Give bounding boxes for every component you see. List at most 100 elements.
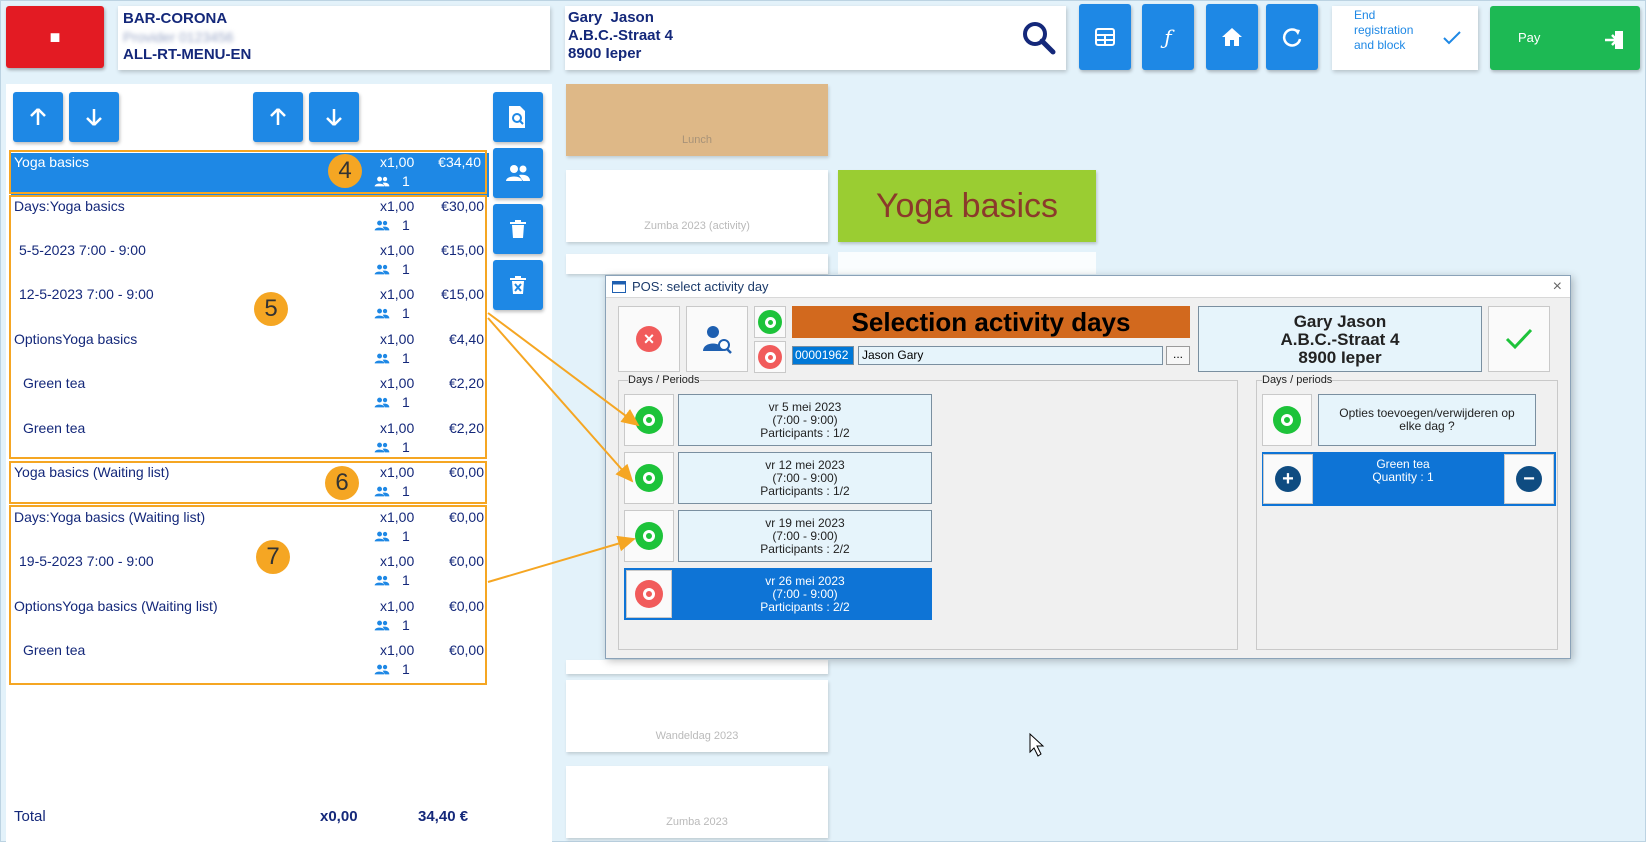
document-search-icon [509,106,525,128]
deselect-all-button[interactable] [754,341,786,373]
annotation-badge: 4 [328,154,362,188]
scroll-up-button[interactable] [13,92,63,142]
customer-search-button[interactable] [686,306,748,372]
function-button[interactable]: ƒ [1142,4,1194,70]
participants-button[interactable] [493,148,543,198]
dialog-customer-name: Gary Jason [1293,312,1387,331]
option-qty: Quantity : 1 [1372,470,1434,484]
category-tile[interactable]: Zumba 2023 [566,766,828,838]
day-toggle-button[interactable] [624,452,674,504]
tile-label: Zumba 2023 (activity) [644,220,750,232]
trash-icon [510,220,526,238]
options-section-label: Days / periods [1262,374,1333,386]
option-remove-button[interactable]: − [1504,454,1554,504]
annotation-box-4 [9,150,487,194]
green-ring-icon [1273,406,1301,434]
customer-city: 8900 Ieper [568,45,642,62]
cancel-button[interactable]: × [618,306,680,372]
green-ring-icon [635,522,663,550]
close-icon[interactable]: × [1553,278,1562,296]
user-search-icon [703,326,732,354]
options-toggle-button[interactable] [1262,394,1312,446]
move-up-button[interactable] [253,92,303,142]
product-tile-label: Yoga basics [875,186,1059,225]
customer-card[interactable]: Gary Jason A.B.C.-Straat 4 8900 Ieper [565,6,1066,70]
options-question: Opties toevoegen/verwijderen op elke dag… [1318,394,1536,446]
move-down-button[interactable] [309,92,359,142]
stop-icon: ■ [49,26,61,47]
delete-button[interactable] [493,204,543,254]
more-button[interactable]: ... [1166,346,1190,365]
search-icon[interactable] [1021,20,1057,56]
category-tile[interactable] [566,660,828,674]
dialog-customer-street: A.B.C.-Straat 4 [1280,330,1400,349]
day-button[interactable]: vr 26 mei 2023 (7:00 - 9:00) Participant… [678,568,932,620]
total-qty: x0,00 [320,808,358,825]
day-date: vr 5 mei 2023 [768,399,842,414]
exit-icon [1605,31,1623,49]
category-tile[interactable]: Lunch [566,84,828,156]
arrow-up-icon [270,108,286,125]
green-ring-icon [758,310,782,334]
select-all-button[interactable] [754,306,786,338]
day-toggle-button[interactable] [624,394,674,446]
function-icon: ƒ [1164,25,1172,49]
annotation-box-5 [9,195,487,459]
end-registration-button[interactable]: End registration and block [1332,6,1478,70]
pay-button[interactable]: Pay [1490,6,1640,70]
dialog-titlebar: POS: select activity day × [606,276,1570,298]
day-button[interactable]: vr 12 mei 2023 (7:00 - 9:00) Participant… [678,452,932,504]
day-participants: Participants : 2/2 [760,599,850,614]
day-participants: Participants : 1/2 [760,425,850,440]
refresh-button[interactable] [1266,4,1318,70]
annotation-badge: 6 [325,466,359,500]
table-button[interactable] [1079,4,1131,70]
annotation-badge: 5 [254,292,288,326]
stop-button[interactable]: ■ [6,6,104,68]
category-tile[interactable]: Wandeldag 2023 [566,680,828,752]
pay-label: Pay [1518,30,1541,45]
dialog-heading: Selection activity days [792,306,1190,338]
day-button[interactable]: vr 5 mei 2023 (7:00 - 9:00) Participants… [678,394,932,446]
customer-name-field[interactable]: Jason Gary [858,346,1163,365]
day-date: vr 26 mei 2023 [765,573,845,588]
refresh-icon [1282,28,1302,47]
category-tile[interactable]: Zumba 2023 (activity) [566,170,828,242]
category-tile[interactable] [566,254,828,274]
day-toggle-button[interactable] [624,510,674,562]
arrow-down-icon [326,109,342,126]
day-date: vr 12 mei 2023 [765,457,845,472]
day-time: (7:00 - 9:00) [772,528,838,543]
preview-button[interactable] [493,92,543,142]
product-tile[interactable]: Yoga basics [838,170,1096,242]
arrow-up-icon [30,108,46,125]
arrow-down-icon [86,109,102,126]
plus-icon: + [1275,466,1301,492]
customer-code-field[interactable]: 00001962 [792,346,854,365]
total-label: Total [14,808,46,825]
location-sub: Provider 0123456 [123,29,234,45]
location-card: BAR-CORONA Provider 0123456 ALL-RT-MENU-… [118,6,550,70]
total-amount: 34,40 € [418,808,469,825]
day-participants: Participants : 2/2 [760,541,850,556]
delete-all-button[interactable] [493,260,543,310]
option-info: Green tea Quantity : 1 [1318,458,1488,484]
home-icon [1222,28,1242,46]
end-registration-label: End registration and block [1354,8,1414,52]
home-button[interactable] [1206,4,1258,70]
customer-name: Gary Jason [568,9,654,26]
check-icon [1443,31,1461,45]
day-toggle-button[interactable] [626,570,672,618]
minus-icon: − [1516,466,1542,492]
option-add-button[interactable]: + [1263,454,1313,504]
customer-street: A.B.C.-Straat 4 [568,27,674,44]
confirm-button[interactable] [1488,306,1550,372]
cancel-icon: × [636,326,662,352]
scroll-down-button[interactable] [69,92,119,142]
table-icon [1095,28,1115,46]
tile-label: Wandeldag 2023 [655,730,739,742]
day-time: (7:00 - 9:00) [772,470,838,485]
check-icon [1505,328,1533,350]
day-button[interactable]: vr 19 mei 2023 (7:00 - 9:00) Participant… [678,510,932,562]
days-section-label: Days / Periods [628,374,700,386]
